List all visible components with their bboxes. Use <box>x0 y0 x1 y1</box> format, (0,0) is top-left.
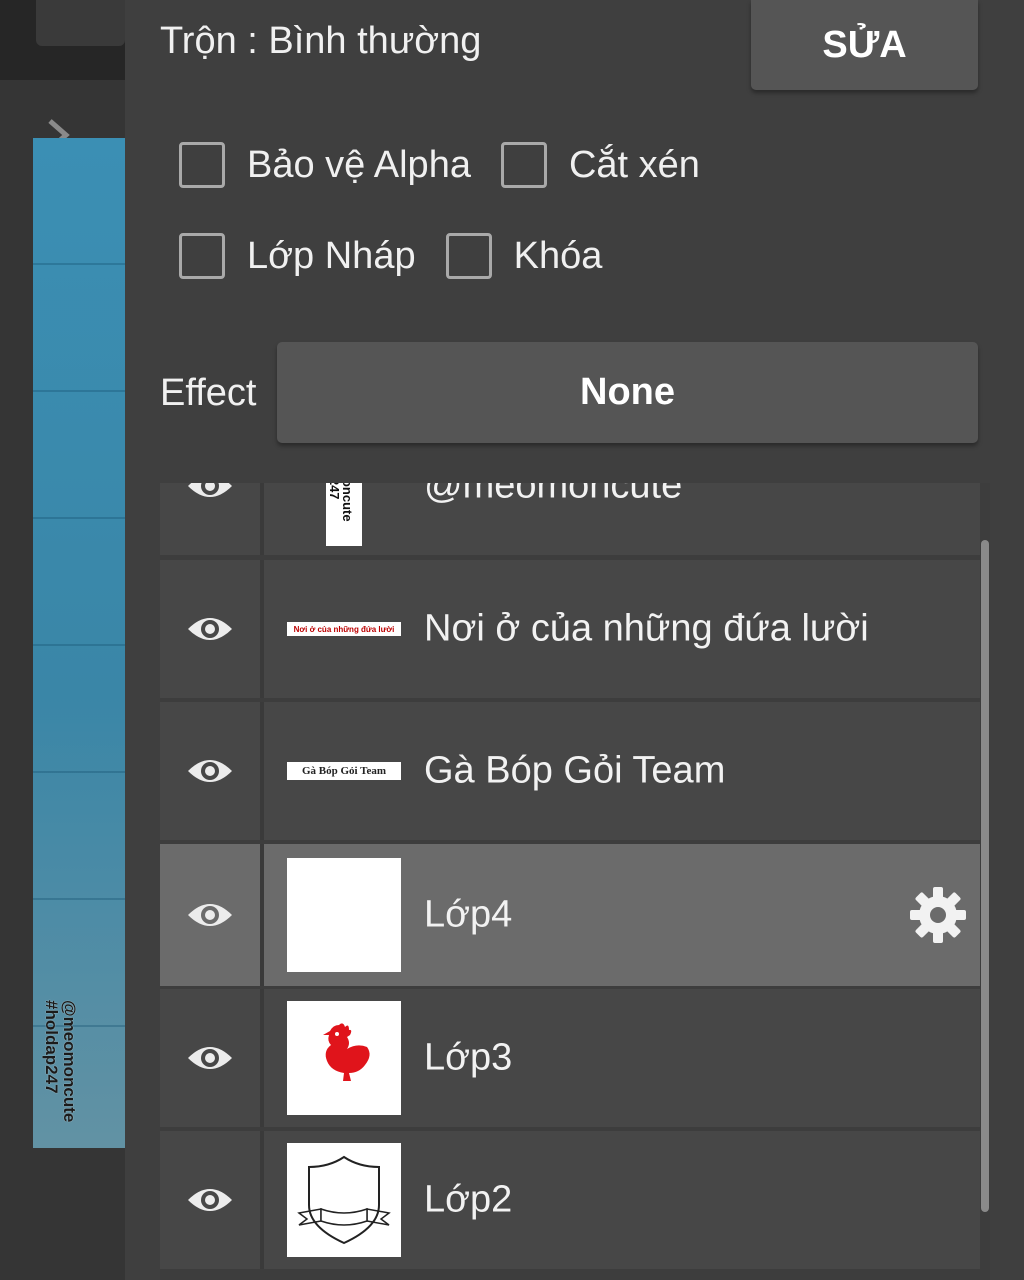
layer-thumbnail <box>287 858 401 972</box>
visibility-cell[interactable] <box>160 702 264 840</box>
alpha-protect-checkbox[interactable] <box>179 142 225 188</box>
eye-icon[interactable] <box>186 1182 234 1218</box>
visibility-cell[interactable] <box>160 483 264 555</box>
effect-label: Effect <box>160 372 257 414</box>
effect-select-button[interactable]: None <box>277 342 978 443</box>
lock-checkbox[interactable] <box>445 233 492 279</box>
layer-row[interactable]: Gà Bóp Gỏi Team Gà Bóp Gỏi Team <box>160 702 980 840</box>
shield-banner-icon <box>297 1155 391 1245</box>
toolbar-strip <box>0 0 125 80</box>
edit-blend-button[interactable]: SỬA <box>751 0 978 90</box>
layer-row[interactable]: @meomoncute #holdap247 @meomoncute <box>160 483 980 555</box>
draft-layer-label: Lớp Nháp <box>247 234 416 277</box>
eye-icon[interactable] <box>186 1040 234 1076</box>
eye-icon[interactable] <box>186 897 234 933</box>
visibility-cell[interactable] <box>160 560 264 698</box>
blend-mode-label: Trộn : Bình thường <box>160 20 482 62</box>
lock-label: Khóa <box>513 234 603 277</box>
layer-name: Gà Bóp Gỏi Team <box>424 749 726 792</box>
clipping-checkbox[interactable] <box>500 142 547 188</box>
layer-thumbnail <box>287 1001 401 1115</box>
visibility-cell[interactable] <box>160 844 264 986</box>
layer-name: @meomoncute <box>424 483 683 507</box>
layer-thumbnail <box>287 1143 401 1257</box>
layer-thumbnail: @meomoncute #holdap247 <box>326 483 362 546</box>
visibility-cell[interactable] <box>160 989 264 1127</box>
red-rooster-icon <box>323 1023 370 1081</box>
options-row-1: Bảo vệ Alpha Cắt xén <box>179 142 730 188</box>
thumbnail-text: Nơi ở của những đứa lười <box>293 624 395 634</box>
layer-name: Lớp4 <box>424 893 513 936</box>
layer-name: Lớp3 <box>424 1036 513 1079</box>
layer-thumbnail: Gà Bóp Gỏi Team <box>287 762 401 780</box>
layer-name: Nơi ở của những đứa lười <box>424 607 869 650</box>
layer-row[interactable]: Lớp3 <box>160 989 980 1127</box>
eye-icon[interactable] <box>186 611 234 647</box>
layer-row[interactable]: Lớp2 <box>160 1131 980 1269</box>
layer-row[interactable]: Nơi ở của những đứa lười Nơi ở của những… <box>160 560 980 698</box>
canvas-preview <box>33 138 125 1148</box>
draft-layer-checkbox[interactable] <box>179 233 225 279</box>
thumbnail-text: @meomoncute #holdap247 <box>326 483 356 546</box>
layer-row-selected[interactable]: Lớp4 <box>160 844 980 986</box>
eye-icon[interactable] <box>186 483 234 504</box>
options-row-2: Lớp Nháp Khóa <box>179 233 632 279</box>
toolbar-button[interactable] <box>36 0 125 46</box>
layer-thumbnail: Nơi ở của những đứa lười <box>287 622 401 636</box>
thumbnail-text: Gà Bóp Gỏi Team <box>301 765 387 777</box>
eye-icon[interactable] <box>186 753 234 789</box>
alpha-protect-label: Bảo vệ Alpha <box>247 143 471 186</box>
layer-list[interactable]: @meomoncute #holdap247 @meomoncute Nơi ở… <box>160 483 990 1280</box>
canvas-area[interactable]: @meomoncute #holdap247 <box>0 0 125 1280</box>
gear-icon[interactable] <box>908 885 968 945</box>
clipping-label: Cắt xén <box>568 143 700 186</box>
visibility-cell[interactable] <box>160 1131 264 1269</box>
canvas-watermark-text: @meomoncute #holdap247 <box>42 1000 79 1123</box>
layer-name: Lớp2 <box>424 1178 513 1221</box>
layer-list-scrollbar[interactable] <box>981 540 989 1212</box>
